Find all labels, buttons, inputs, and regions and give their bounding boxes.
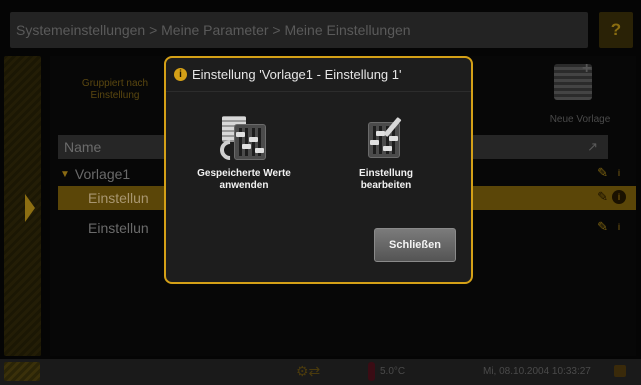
network-status-icon: ⚙⇄	[296, 363, 321, 379]
group-by-setting-button[interactable]: Gruppiert nach Einstellung	[70, 78, 160, 102]
edit-pencil-icon[interactable]: ✎	[597, 189, 608, 205]
setting-dialog: i Einstellung 'Vorlage1 - Einstellung 1'…	[164, 56, 473, 284]
expand-arrow-icon	[25, 194, 35, 222]
edit-setting-icon	[364, 116, 408, 160]
date-time-readout: Mi, 08.10.2004 10:33:27	[483, 366, 591, 377]
edit-pencil-icon[interactable]: ✎	[597, 165, 608, 181]
column-header-name[interactable]: Name	[64, 139, 101, 155]
info-icon[interactable]: i	[612, 166, 626, 180]
expand-icon[interactable]: ↗	[587, 139, 598, 155]
row-label: Einstellun	[88, 220, 149, 236]
edit-setting-button[interactable]: Einstellung bearbeiten	[336, 116, 436, 192]
breadcrumb: Systemeinstellungen > Meine Parameter > …	[16, 22, 411, 38]
title-bar: Systemeinstellungen > Meine Parameter > …	[10, 12, 588, 48]
help-button[interactable]: ?	[599, 12, 633, 48]
edit-pencil-icon[interactable]: ✎	[597, 219, 608, 235]
status-indicator-icon	[614, 365, 626, 377]
edit-setting-label: Einstellung bearbeiten	[359, 168, 413, 191]
apply-saved-values-button[interactable]: Gespeicherte Werte anwenden	[180, 116, 308, 192]
row-label: Vorlage1	[74, 166, 131, 182]
side-panel-toggle[interactable]	[4, 56, 41, 356]
new-template-button[interactable]: + Neue Vorlage	[540, 60, 620, 132]
info-icon: i	[174, 68, 187, 81]
thermometer-icon	[368, 362, 375, 381]
info-icon[interactable]: i	[612, 220, 626, 234]
logo-icon	[4, 362, 40, 381]
collapse-triangle-icon[interactable]: ▼	[60, 169, 70, 180]
dialog-title-bar: i Einstellung 'Vorlage1 - Einstellung 1'	[166, 58, 471, 92]
apply-saved-values-icon	[215, 116, 266, 165]
dialog-title: Einstellung 'Vorlage1 - Einstellung 1'	[192, 67, 402, 82]
row-label: Einstellun	[88, 190, 149, 206]
temperature-readout: 5.0°C	[380, 366, 406, 377]
status-bar: ⚙⇄ 5.0°C Mi, 08.10.2004 10:33:27	[0, 359, 641, 385]
close-button[interactable]: Schließen	[374, 228, 456, 262]
plus-icon: +	[582, 60, 592, 77]
new-template-label: Neue Vorlage	[549, 114, 611, 125]
info-icon[interactable]: i	[612, 190, 626, 204]
apply-saved-values-label: Gespeicherte Werte anwenden	[197, 168, 291, 191]
